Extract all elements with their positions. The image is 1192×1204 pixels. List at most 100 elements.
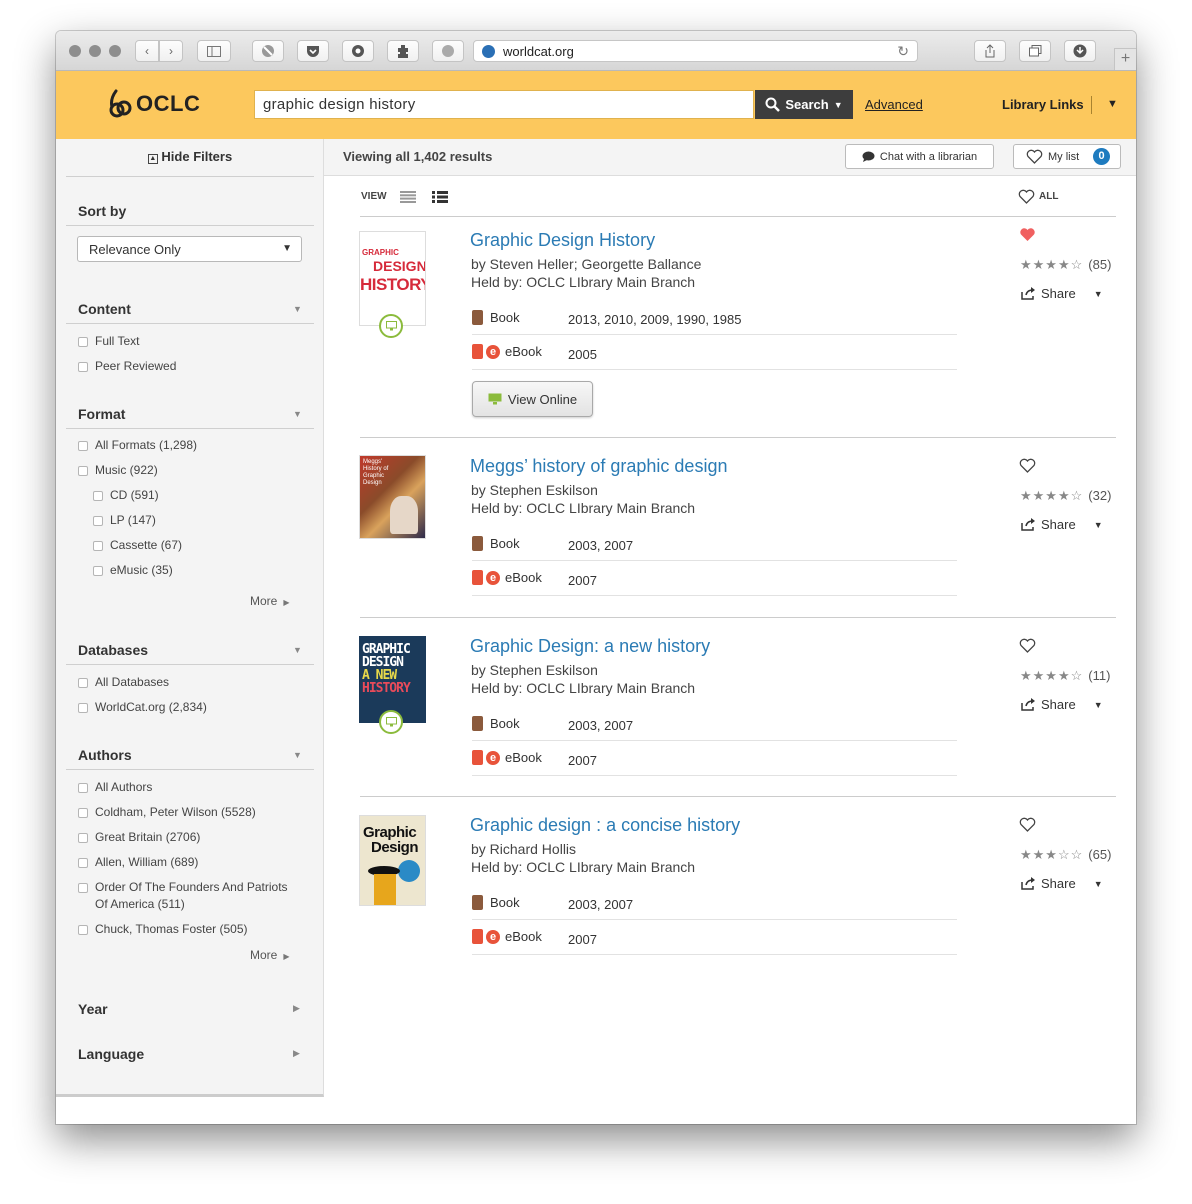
filter-option[interactable]: Order Of The Founders And Patriots Of Am…	[78, 879, 298, 913]
minimize-window-button[interactable]	[89, 45, 101, 57]
search-input[interactable]: graphic design history	[254, 90, 754, 119]
share-button[interactable]: Share ▼	[1021, 697, 1103, 712]
year-heading[interactable]: Year	[78, 1001, 108, 1017]
share-button[interactable]: Share ▼	[1021, 517, 1103, 532]
download-icon[interactable]	[1064, 40, 1096, 62]
detail-view-icon[interactable]	[432, 191, 448, 203]
tabs-overview-icon[interactable]	[1019, 40, 1051, 62]
filter-sub-option[interactable]: CD (591)	[93, 487, 159, 504]
oclc-logo[interactable]: OCLC	[107, 89, 200, 119]
checkbox[interactable]	[78, 337, 88, 347]
format-ebook-link[interactable]: e eBook	[472, 344, 542, 359]
filter-option[interactable]: Great Britain (2706)	[78, 829, 200, 846]
format-more-link[interactable]: More ▶	[250, 594, 290, 608]
rating-stars[interactable]: ★★★☆☆ (65)	[1020, 847, 1111, 863]
format-heading[interactable]: Format	[78, 406, 125, 422]
heart-icon[interactable]	[1019, 638, 1036, 653]
checkbox[interactable]	[78, 883, 88, 893]
share-page-icon[interactable]	[974, 40, 1006, 62]
databases-heading[interactable]: Databases	[78, 642, 148, 658]
book-cover[interactable]: GRAPHIC DESIGN HISTORY	[359, 231, 426, 326]
authors-more-link[interactable]: More ▶	[250, 948, 290, 962]
filter-sub-option[interactable]: eMusic (35)	[93, 562, 173, 579]
checkbox[interactable]	[93, 566, 103, 576]
library-links-menu[interactable]: Library Links	[1002, 97, 1084, 112]
chevron-down-icon[interactable]: ▼	[293, 409, 302, 419]
filter-option[interactable]: All Databases	[78, 674, 169, 691]
checkbox[interactable]	[78, 858, 88, 868]
heart-filled-icon[interactable]	[1019, 227, 1036, 242]
block-icon[interactable]	[252, 40, 284, 62]
filter-option[interactable]: Coldham, Peter Wilson (5528)	[78, 804, 256, 821]
format-ebook-link[interactable]: e eBook	[472, 570, 542, 585]
address-bar[interactable]: worldcat.org ↻	[473, 40, 918, 62]
format-book-link[interactable]: Book	[472, 895, 520, 910]
share-button[interactable]: Share ▼	[1021, 286, 1103, 301]
forward-icon[interactable]: ›	[159, 40, 183, 62]
language-heading[interactable]: Language	[78, 1046, 144, 1062]
book-cover[interactable]: Meggs' History of Graphic Design	[359, 455, 426, 539]
filter-option[interactable]: Music (922)	[78, 462, 158, 479]
hide-filters-button[interactable]: ▲ Hide Filters	[56, 149, 324, 164]
result-title-link[interactable]: Graphic Design History	[470, 230, 655, 251]
checkbox[interactable]	[93, 491, 103, 501]
checkbox[interactable]	[93, 541, 103, 551]
checkbox[interactable]	[78, 466, 88, 476]
filter-option[interactable]: All Formats (1,298)	[78, 437, 197, 454]
checkbox[interactable]	[93, 516, 103, 526]
zoom-window-button[interactable]	[109, 45, 121, 57]
favorite-all-button[interactable]: ALL	[1018, 189, 1058, 204]
format-ebook-link[interactable]: e eBook	[472, 929, 542, 944]
sidebar-toggle-icon[interactable]	[197, 40, 231, 62]
filter-option[interactable]: All Authors	[78, 779, 152, 796]
checkbox[interactable]	[78, 362, 88, 372]
filter-option[interactable]: WorldCat.org (2,834)	[78, 699, 207, 716]
chevron-down-icon[interactable]: ▼	[293, 304, 302, 314]
privacy-icon[interactable]	[342, 40, 374, 62]
chevron-right-icon[interactable]: ▶	[293, 1048, 300, 1059]
rating-stars[interactable]: ★★★★☆ (32)	[1020, 488, 1111, 504]
checkbox[interactable]	[78, 703, 88, 713]
checkbox[interactable]	[78, 783, 88, 793]
chevron-down-icon[interactable]: ▼	[293, 645, 302, 655]
result-title-link[interactable]: Graphic design : a concise history	[470, 815, 740, 836]
format-ebook-link[interactable]: e eBook	[472, 750, 542, 765]
chevron-down-icon[interactable]: ▼	[1107, 98, 1118, 110]
rating-stars[interactable]: ★★★★☆ (85)	[1020, 257, 1111, 273]
sort-by-select[interactable]: Relevance Only ▼	[77, 236, 302, 262]
result-title-link[interactable]: Meggs’ history of graphic design	[470, 456, 727, 477]
filter-option[interactable]: Full Text	[78, 333, 139, 350]
filter-sub-option[interactable]: Cassette (67)	[93, 537, 182, 554]
my-list-button[interactable]: My list 0	[1013, 144, 1121, 169]
format-book-link[interactable]: Book	[472, 716, 520, 731]
heart-icon[interactable]	[1019, 458, 1036, 473]
back-icon[interactable]: ‹	[135, 40, 159, 62]
checkbox[interactable]	[78, 441, 88, 451]
list-view-icon[interactable]	[400, 191, 416, 203]
checkbox[interactable]	[78, 808, 88, 818]
share-button[interactable]: Share ▼	[1021, 876, 1103, 891]
filter-option[interactable]: Peer Reviewed	[78, 358, 176, 375]
pocket-icon[interactable]	[297, 40, 329, 62]
close-window-button[interactable]	[69, 45, 81, 57]
new-tab-button[interactable]: +	[1114, 48, 1136, 70]
format-book-link[interactable]: Book	[472, 536, 520, 551]
checkbox[interactable]	[78, 925, 88, 935]
chevron-right-icon[interactable]: ▶	[293, 1003, 300, 1014]
rating-stars[interactable]: ★★★★☆ (11)	[1020, 668, 1110, 684]
filter-option[interactable]: Allen, William (689)	[78, 854, 198, 871]
heart-icon[interactable]	[1019, 817, 1036, 832]
view-online-button[interactable]: View Online	[472, 381, 593, 417]
checkbox[interactable]	[78, 678, 88, 688]
book-cover[interactable]: Graphic Design	[359, 815, 426, 906]
advanced-search-link[interactable]: Advanced	[865, 97, 923, 112]
ghost-icon[interactable]	[432, 40, 464, 62]
search-button[interactable]: Search ▼	[755, 90, 853, 119]
filter-option[interactable]: Chuck, Thomas Foster (505)	[78, 921, 248, 938]
result-title-link[interactable]: Graphic Design: a new history	[470, 636, 710, 657]
extension-icon[interactable]	[387, 40, 419, 62]
content-heading[interactable]: Content	[78, 301, 131, 317]
reload-icon[interactable]: ↻	[897, 43, 909, 60]
filter-sub-option[interactable]: LP (147)	[93, 512, 156, 529]
authors-heading[interactable]: Authors	[78, 747, 132, 763]
